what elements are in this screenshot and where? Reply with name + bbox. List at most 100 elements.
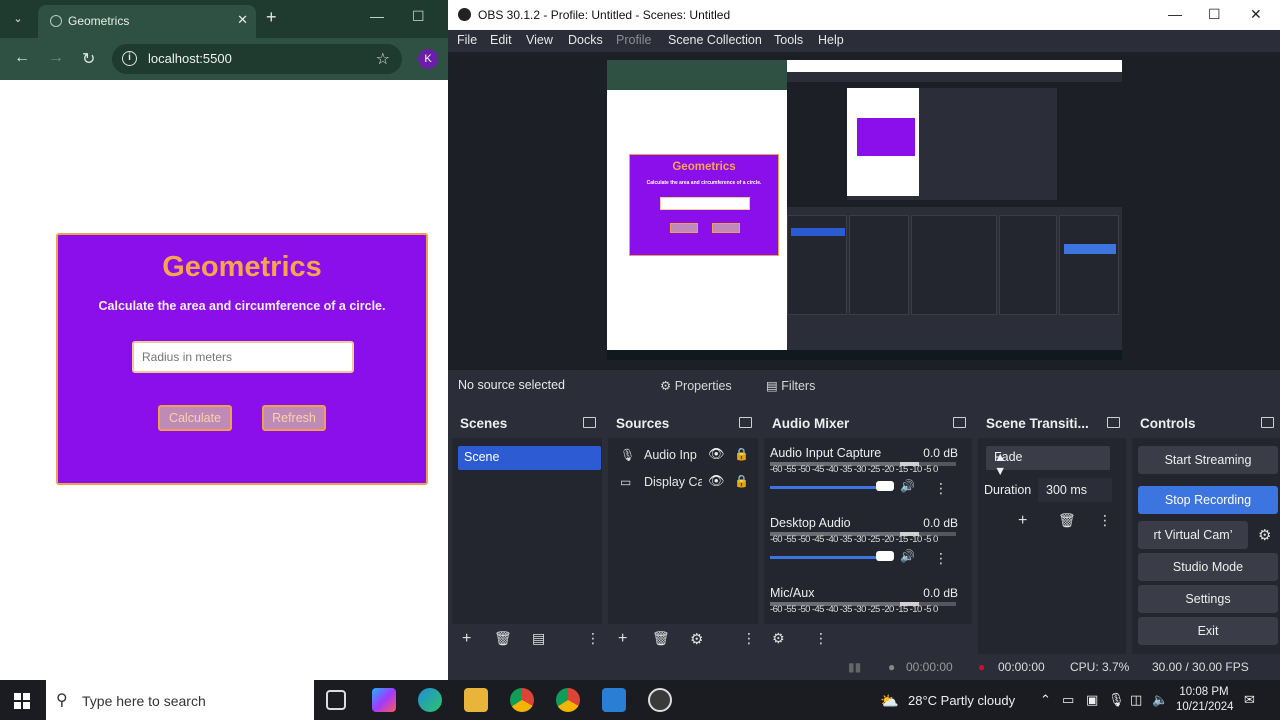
more-dots-icon[interactable]: ⋮ [1098, 512, 1112, 529]
add-source-icon[interactable]: + [618, 630, 627, 648]
filter-icon[interactable]: ▤ [532, 630, 545, 647]
undock-icon[interactable] [739, 417, 752, 428]
minimize-icon[interactable]: — [370, 8, 384, 24]
close-icon[interactable]: ✕ [1250, 6, 1262, 23]
properties-button[interactable]: ⚙ Properties [660, 375, 732, 397]
chevron-up-icon[interactable]: ⌃ [1040, 692, 1051, 708]
studio-mode-button[interactable]: Studio Mode [1138, 553, 1278, 581]
site-info-icon[interactable]: i [122, 51, 137, 66]
volume-slider-handle[interactable] [876, 481, 894, 491]
menu-docks[interactable]: Docks [568, 33, 603, 47]
stop-recording-button[interactable]: Stop Recording [1138, 486, 1278, 514]
add-transition-icon[interactable]: + [1018, 512, 1027, 530]
forward-arrow-icon[interactable]: → [48, 49, 64, 67]
menu-scene-collection[interactable]: Scene Collection [668, 33, 762, 47]
maximize-icon[interactable]: ☐ [412, 8, 425, 25]
lock-icon[interactable]: 🔒 [734, 447, 749, 461]
trash-icon[interactable]: 🗑 [494, 630, 512, 647]
menu-edit[interactable]: Edit [490, 33, 512, 47]
trash-icon[interactable]: 🗑 [1058, 512, 1076, 529]
add-scene-icon[interactable]: + [462, 630, 471, 648]
duration-label: Duration [984, 483, 1032, 497]
gear-icon[interactable]: ⚙ [1258, 526, 1271, 544]
gear-icon[interactable]: ⚙ [690, 630, 703, 648]
file-explorer-icon[interactable] [464, 688, 488, 712]
lock-icon[interactable]: 🔒 [734, 474, 749, 488]
radius-input[interactable] [132, 341, 354, 373]
scene-list-item[interactable]: Scene [458, 446, 601, 470]
volume-icon[interactable]: 🔈 [1152, 692, 1168, 708]
duration-spinbox[interactable]: 300 ms [1038, 478, 1112, 502]
close-tab-icon[interactable]: ✕ [237, 12, 248, 28]
preview-obs-preview [787, 82, 1122, 207]
preview-card: Geometrics Calculate the area and circum… [629, 154, 779, 256]
calculate-button[interactable]: Calculate [158, 405, 232, 431]
preview-dock [999, 215, 1057, 315]
windows-start-icon[interactable] [14, 693, 30, 709]
undock-icon[interactable] [583, 417, 596, 428]
tab-search-chevron-icon[interactable]: ⌄ [6, 9, 30, 29]
exit-button[interactable]: Exit [1138, 617, 1278, 645]
trash-icon[interactable]: 🗑 [652, 630, 670, 647]
notifications-icon[interactable]: ✉ [1244, 692, 1255, 708]
obs-logo-icon [458, 8, 471, 21]
page-content: Geometrics Calculate the area and circum… [0, 80, 448, 680]
refresh-button[interactable]: Refresh [262, 405, 326, 431]
filters-button[interactable]: ▤ Filters [766, 375, 815, 397]
volume-slider-handle[interactable] [876, 551, 894, 561]
start-streaming-button[interactable]: Start Streaming [1138, 446, 1278, 474]
new-tab-plus-icon[interactable]: + [266, 7, 277, 28]
network-icon[interactable]: ◫ [1130, 692, 1142, 708]
camera-icon[interactable]: ▣ [1086, 692, 1098, 708]
microphone-icon[interactable]: 🎙 [1108, 692, 1125, 708]
transition-select[interactable]: Fade ▲ ▼ [986, 446, 1110, 478]
menu-help[interactable]: Help [818, 33, 844, 47]
more-dots-icon[interactable]: ⋮ [814, 630, 828, 647]
obs-icon[interactable] [648, 688, 672, 712]
advanced-audio-gear-icon[interactable]: ⚙ [772, 630, 785, 647]
start-virtual-camera-button[interactable]: rt Virtual Cam’ [1138, 521, 1248, 549]
undock-icon[interactable] [1107, 417, 1120, 428]
source-item[interactable]: ▭ Display Ca 👁 🔒 [616, 472, 756, 494]
undock-icon[interactable] [953, 417, 966, 428]
profile-avatar[interactable]: K [418, 49, 438, 69]
menu-profile[interactable]: Profile [616, 33, 651, 47]
more-dots-icon[interactable]: ⋮ [934, 550, 948, 567]
browser-tab[interactable]: Geometrics ✕ [38, 5, 256, 38]
chrome-icon[interactable] [510, 688, 534, 712]
battery-icon[interactable]: ▭ [1062, 692, 1074, 708]
updown-chevron-icon: ▲ ▼ [994, 450, 1007, 478]
address-bar[interactable]: i localhost:5500 ☆ [112, 44, 402, 74]
preview-canvas[interactable]: Geometrics Calculate the area and circum… [448, 52, 1280, 370]
speaker-icon[interactable]: 🔊 [900, 479, 915, 493]
eye-icon[interactable]: 👁 [708, 473, 725, 489]
task-view-icon[interactable] [326, 690, 346, 710]
speaker-icon[interactable]: 🔊 [900, 549, 915, 563]
bookmark-star-icon[interactable]: ☆ [376, 49, 390, 69]
more-dots-icon[interactable]: ⋮ [586, 630, 600, 647]
more-dots-icon[interactable]: ⋮ [742, 630, 756, 647]
source-item[interactable]: 🎙 Audio Inp 👁 🔒 [616, 445, 756, 467]
weather-text[interactable]: 28°C Partly cloudy [908, 693, 1015, 708]
eye-icon[interactable]: 👁 [708, 446, 725, 462]
reload-icon[interactable]: ↻ [82, 49, 95, 69]
obs-title-bar: OBS 30.1.2 - Profile: Untitled - Scenes:… [448, 0, 1280, 30]
maximize-icon[interactable]: ☐ [1208, 6, 1221, 23]
dock-footer: + 🗑 ▤ ⋮ [452, 624, 602, 654]
edge-icon[interactable] [418, 688, 442, 712]
menu-tools[interactable]: Tools [774, 33, 803, 47]
clock[interactable]: 10:08 PM 10/21/2024 [1176, 685, 1234, 715]
minimize-icon[interactable]: — [1168, 6, 1182, 22]
chrome-icon[interactable] [556, 688, 580, 712]
more-dots-icon[interactable]: ⋮ [934, 480, 948, 497]
preview-docks [787, 215, 1122, 320]
vscode-icon[interactable] [602, 688, 626, 712]
preview-nested-browser [847, 88, 919, 196]
copilot-icon[interactable] [372, 688, 396, 712]
menu-view[interactable]: View [526, 33, 553, 47]
taskbar-search[interactable]: ⚲ Type here to search [46, 680, 314, 720]
settings-button[interactable]: Settings [1138, 585, 1278, 613]
undock-icon[interactable] [1261, 417, 1274, 428]
menu-file[interactable]: File [457, 33, 477, 47]
back-arrow-icon[interactable]: ← [14, 49, 30, 67]
